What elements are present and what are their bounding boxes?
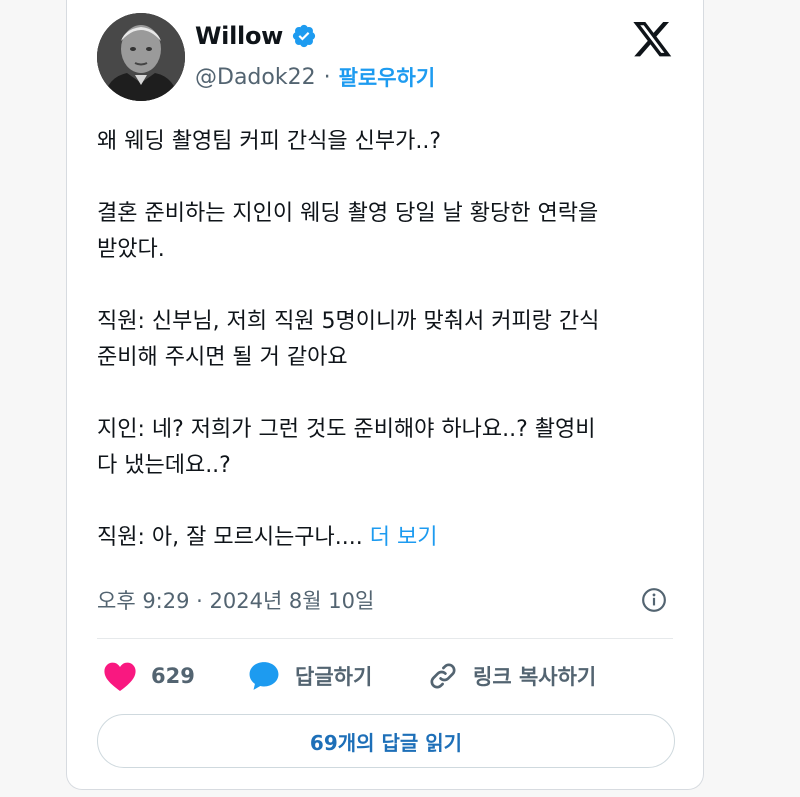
avatar-portrait (97, 13, 185, 101)
like-button[interactable]: 629 (103, 655, 195, 697)
tweet-text: 왜 웨딩 촬영팀 커피 간식을 신부가..? 결혼 준비하는 지인이 웨딩 촬영… (97, 124, 687, 556)
reply-label: 답글하기 (295, 665, 373, 689)
tweet-paragraph: 왜 웨딩 촬영팀 커피 간식을 신부가..? (97, 129, 441, 154)
copy-link-label: 링크 복사하기 (473, 665, 597, 689)
read-replies-button[interactable]: 69개의 답글 읽기 (97, 714, 675, 768)
x-logo-icon[interactable] (633, 22, 673, 58)
heart-icon (104, 662, 136, 692)
author-display-name[interactable]: Willow (195, 22, 283, 50)
verified-badge-icon (292, 24, 316, 48)
tweet-paragraph-last: 직원: 아, 잘 모르시는구나.... 더 보기 (97, 520, 687, 556)
like-count: 629 (151, 664, 195, 688)
author-handle-row: @Dadok22 · 팔로우하기 (195, 62, 435, 92)
info-icon[interactable] (641, 587, 667, 613)
tweet-paragraph: 지인: 네? 저희가 그런 것도 준비해야 하나요..? 촬영비 다 냈는데요.… (97, 417, 596, 478)
tweet-paragraph: 결혼 준비하는 지인이 웨딩 촬영 당일 날 황당한 연락을 받았다. (97, 201, 599, 262)
reply-button[interactable]: 답글하기 (247, 655, 372, 697)
tweet-paragraph-text: 직원: 아, 잘 모르시는구나.... (97, 525, 370, 550)
tweet-paragraph: 직원: 신부님, 저희 직원 5명이니까 맞춰서 커피랑 간식 준비해 주시면 … (97, 309, 600, 370)
tweet-card: Willow @Dadok22 · 팔로우하기 왜 웨딩 촬영팀 커피 간식을 … (66, 0, 704, 790)
tweet-timestamp[interactable]: 오후 9:29 · 2024년 8월 10일 (97, 585, 374, 615)
tweet-actions: 629 답글하기 링크 복사하기 (97, 655, 677, 697)
copy-link-button[interactable]: 링크 복사하기 (427, 655, 596, 697)
speech-bubble-icon (249, 662, 279, 690)
author-handle[interactable]: @Dadok22 (195, 65, 316, 90)
follow-button[interactable]: 팔로우하기 (339, 62, 436, 92)
author-name-row: Willow (195, 22, 317, 50)
avatar[interactable] (97, 13, 185, 101)
separator-dot: · (323, 64, 331, 90)
show-more-link[interactable]: 더 보기 (370, 525, 438, 550)
divider (97, 638, 673, 639)
link-icon (430, 663, 456, 689)
